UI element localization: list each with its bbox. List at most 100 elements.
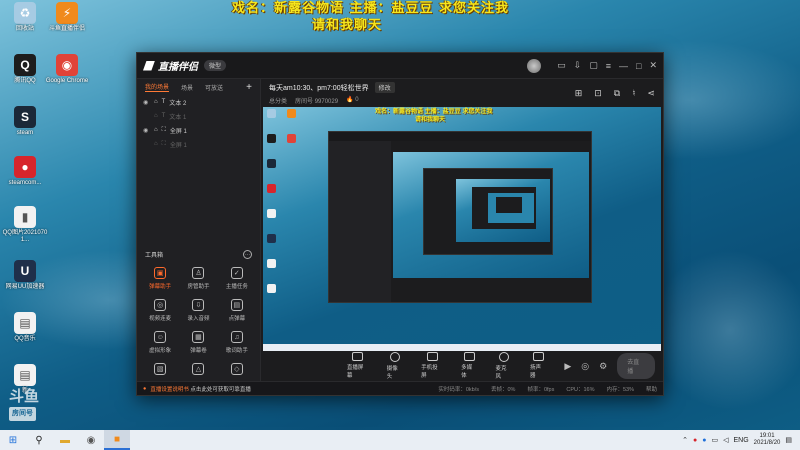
tool-item[interactable]: ◇ — [218, 363, 256, 375]
fullscreen-icon: ⛶ — [161, 140, 166, 147]
eye-icon[interactable]: ◉ — [143, 127, 150, 134]
show-hidden-icon[interactable]: ⌃ — [682, 436, 688, 444]
tool-label: 点弹幕 — [228, 316, 246, 322]
desktop-icon-label: 斗鱼直播伴侣 — [48, 26, 85, 32]
douyu-icon[interactable]: ■ — [104, 430, 130, 450]
source-buttons: 直播屏幕 摄像头 手机投屏 多媒体 麦克风 扬声器 — [347, 352, 547, 380]
minimize-icon[interactable]: — — [619, 61, 628, 71]
source-button[interactable]: 多媒体 — [461, 352, 477, 380]
lock-icon[interactable]: ⌂ — [154, 99, 158, 105]
tray-app-icon[interactable]: ● — [693, 437, 697, 444]
water-highlight — [650, 250, 800, 410]
language-indicator[interactable]: ENG — [734, 437, 749, 444]
menu-icon[interactable]: ≡ — [606, 61, 611, 71]
tool-item[interactable]: ♫ 歌词助手 — [218, 331, 256, 354]
tool-item[interactable]: ✓ 主播任务 — [218, 267, 256, 290]
desktop-icon-label: 回收站 — [15, 26, 34, 32]
system-tray: ⌃ ● ● ▭ ◁ ENG 19:01 2021/8/20 ▤ — [682, 433, 800, 447]
source-button[interactable]: 麦克风 — [496, 352, 512, 380]
desktop-icon[interactable]: ◉ Google Chrome — [44, 54, 90, 85]
volume-icon[interactable]: ◁ — [723, 436, 728, 444]
category-label[interactable]: 总分类 — [269, 96, 287, 105]
tool-item[interactable]: ☺ 虚拟形象 — [141, 331, 179, 354]
tool-item[interactable]: ◎ 视频连麦 — [141, 299, 179, 322]
avatar[interactable] — [527, 58, 542, 73]
tab-sources[interactable]: 可放送 — [205, 83, 223, 92]
download-icon[interactable]: ⇩ — [574, 60, 582, 71]
live-controls: ▶ ◎ ⚙ 去直播 — [564, 353, 655, 379]
desktop-icon[interactable]: Q 腾讯QQ — [2, 54, 48, 85]
tool-item[interactable]: ▤ 点弹幕 — [218, 299, 256, 322]
scene-item[interactable]: ◉ ⌂ ⛶ 全屏 1 — [137, 123, 260, 137]
source-button[interactable]: 手机投屏 — [421, 352, 443, 380]
desktop-icon[interactable]: ▮ QQ图片20210701... — [2, 206, 48, 244]
source-button[interactable]: 摄像头 — [387, 352, 403, 380]
start-live-button[interactable]: 去直播 — [617, 353, 655, 379]
maximize-icon[interactable]: □ — [636, 61, 641, 71]
preview-overlay-text: 戏名：新露谷物语 主播：盐豆豆 求您关注我 请和我聊天 — [375, 108, 492, 124]
chrome-icon: ◉ — [56, 54, 78, 76]
document-icon: ▤ — [14, 312, 36, 334]
tool-item[interactable]: ♙ 房管助手 — [179, 267, 217, 290]
scene-label: 全屏 1 — [169, 128, 187, 135]
bell-icon[interactable]: ♮ — [632, 88, 635, 99]
eye-icon[interactable]: ◎ — [581, 361, 589, 372]
tab-my-scenes[interactable]: 我的场景 — [145, 82, 170, 92]
nested-window-3 — [472, 187, 536, 229]
stream-preview[interactable]: 戏名：新露谷物语 主播：盐豆豆 求您关注我 请和我聊天 — [263, 107, 661, 351]
source-button[interactable]: 直播屏幕 — [347, 352, 369, 380]
scene-item[interactable]: ⌂ ⛶ 全屏 1 — [137, 137, 260, 151]
clock[interactable]: 19:01 2021/8/20 — [754, 433, 781, 447]
source-button[interactable]: 扬声器 — [530, 352, 546, 380]
windows-icon[interactable]: ⊞ — [0, 430, 26, 450]
desktop-icon[interactable]: ⚡ 斗鱼直播伴侣 — [44, 2, 90, 33]
search-icon[interactable]: ⚲ — [26, 430, 52, 450]
lock-icon[interactable]: ⌂ — [154, 113, 158, 119]
tray-app-icon[interactable]: ● — [702, 437, 706, 444]
network-icon[interactable]: ▭ — [711, 436, 718, 444]
notification-icon[interactable]: ▤ — [785, 436, 792, 444]
file-explorer-icon[interactable]: ▬ — [52, 430, 78, 450]
desktop-icon[interactable]: U 网易UU加速器 — [2, 260, 48, 291]
chrome-icon — [287, 134, 296, 143]
lock-icon[interactable]: ⊡ — [594, 88, 602, 99]
version-badge[interactable]: 微型 — [204, 60, 227, 71]
tool-icon: ▣ — [154, 267, 167, 279]
edit-button[interactable]: 修改 — [374, 82, 395, 93]
message-icon[interactable]: ▭ — [557, 60, 566, 71]
stat-item[interactable]: 帮助 — [646, 385, 657, 393]
eye-icon[interactable]: ◉ — [143, 99, 150, 106]
share-icon[interactable]: ⋖ — [647, 88, 655, 99]
tool-item[interactable]: △ — [179, 363, 217, 375]
close-icon[interactable]: ✕ — [649, 60, 657, 71]
add-scene-icon[interactable]: + — [246, 82, 252, 93]
obs-icon[interactable]: ◉ — [78, 430, 104, 450]
tool-item[interactable]: ▣ 弹幕助手 — [141, 267, 179, 290]
desktop-icon[interactable]: ● steamcom... — [2, 156, 48, 187]
scene-item[interactable]: ◉ ⌂ T 文本 2 — [137, 95, 260, 109]
notice-text[interactable]: 直播设置说明书 点击此处可获取可靠直播 — [150, 385, 251, 393]
desktop-icon[interactable]: ♻ 回收站 — [2, 2, 48, 33]
record-icon[interactable]: ▶ — [564, 361, 571, 372]
tab-scenes[interactable]: 场景 — [181, 83, 193, 92]
more-icon[interactable]: ··· — [243, 250, 252, 259]
skin-icon[interactable]: ▢ — [589, 60, 598, 71]
source-icon — [498, 352, 509, 362]
source-label: 麦克风 — [495, 366, 507, 380]
tool-item[interactable]: ⇩ 录入音频 — [179, 299, 217, 322]
toolbox-header: 工具箱 ··· — [137, 246, 260, 263]
share-screen-icon[interactable]: ⧉ — [614, 88, 620, 99]
stat-item: 丢帧：0% — [490, 386, 516, 393]
lock-icon[interactable]: ⌂ — [154, 141, 158, 147]
desktop-icon[interactable]: ▤ QQ音乐 — [2, 312, 48, 343]
lock-icon[interactable]: ⌂ — [154, 127, 158, 133]
tool-item[interactable]: ▧ — [141, 363, 179, 375]
douyu-logo-icon — [143, 60, 155, 71]
gift-icon[interactable]: ⊞ — [575, 88, 583, 99]
notice-prefix: 直播设置说明书 — [150, 386, 189, 393]
desktop-icon[interactable]: Ssteam — [2, 106, 48, 137]
settings-icon[interactable]: ⚙ — [599, 361, 607, 372]
scene-item[interactable]: ⌂ T 文本 1 — [137, 109, 260, 123]
tool-item[interactable]: ▦ 弹幕卷 — [179, 331, 217, 354]
document-icon — [267, 259, 276, 268]
